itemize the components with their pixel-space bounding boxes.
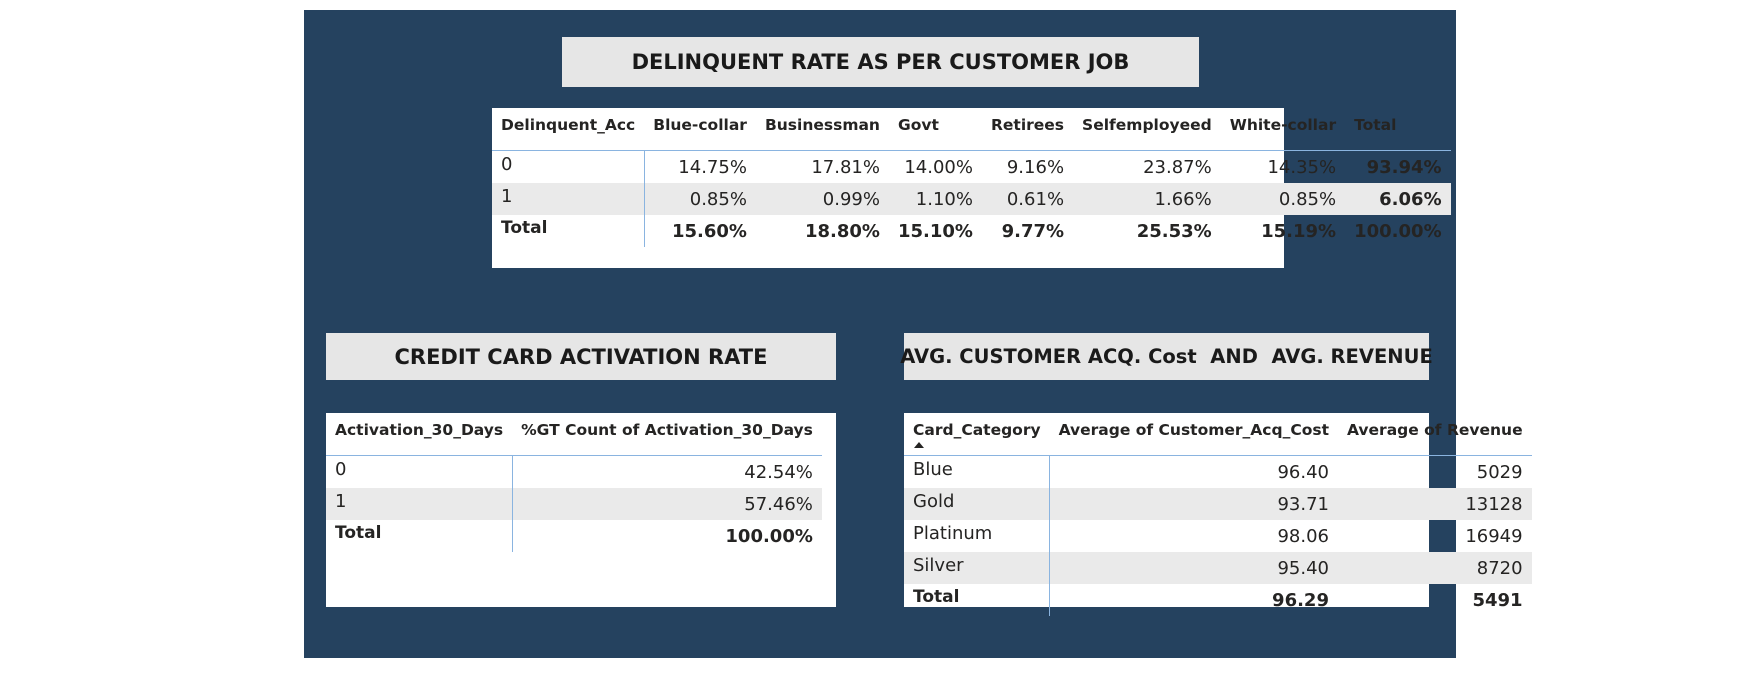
table-cell: 5491 — [1472, 589, 1523, 611]
activation-table-card[interactable]: Activation_30_Days %GT Count of Activati… — [326, 413, 836, 607]
delinquent-matrix-card[interactable]: Delinquent_Acc Blue-collar Businessman G… — [492, 108, 1451, 268]
table-cell: 17.81% — [811, 156, 880, 178]
table-cell: 100.00% — [725, 525, 813, 547]
activation-col-header[interactable]: %GT Count of Activation_30_Days — [512, 413, 822, 456]
delinquent-header-row: Delinquent_Acc Blue-collar Businessman G… — [492, 108, 1451, 151]
table-cell: 14.75% — [678, 156, 747, 178]
table-cell: 1.10% — [888, 183, 982, 215]
activation-title: CREDIT CARD ACTIVATION RATE — [326, 333, 836, 380]
acquisition-col-header[interactable]: Card_Category — [904, 413, 1050, 456]
acquisition-col-header-label: Card_Category — [913, 421, 1041, 439]
table-total-row: Total 15.60% 18.80% 15.10% 9.77% 25.53% … — [492, 215, 1451, 247]
table-cell: 0.61% — [981, 183, 1074, 215]
delinquent-col-header[interactable]: Selfemployeed — [1073, 108, 1221, 151]
row-label: Platinum — [904, 520, 1051, 552]
activation-header-row: Activation_30_Days %GT Count of Activati… — [326, 413, 822, 456]
table-cell: 14.00% — [904, 156, 973, 178]
table-total-row: Total 100.00% — [326, 520, 822, 552]
table-cell: 15.19% — [1261, 220, 1337, 242]
table-row: Gold 93.71 13128 — [904, 488, 1532, 520]
activation-table: Activation_30_Days %GT Count of Activati… — [326, 413, 822, 552]
acquisition-header-row: Card_Category Average of Customer_Acq_Co… — [904, 413, 1532, 456]
row-total-cell: 100.00% — [1354, 220, 1442, 242]
table-row: Platinum 98.06 16949 — [904, 520, 1532, 552]
table-cell: 18.80% — [805, 220, 880, 242]
acquisition-title: AVG. CUSTOMER ACQ. Cost AND AVG. REVENUE — [900, 333, 1433, 380]
table-row: 1 0.85% 0.99% 1.10% 0.61% 1.66% 0.85% 6.… — [492, 183, 1451, 215]
delinquent-col-header[interactable]: Delinquent_Acc — [492, 108, 645, 151]
table-cell: 0.99% — [755, 183, 889, 215]
table-total-row: Total 96.29 5491 — [904, 584, 1532, 616]
row-label: 1 — [492, 183, 645, 215]
table-cell: 9.77% — [1001, 220, 1065, 242]
row-label: 0 — [492, 150, 645, 183]
acquisition-col-header[interactable]: Average of Customer_Acq_Cost — [1049, 413, 1338, 456]
table-cell: 57.46% — [512, 488, 822, 520]
row-label: Blue — [904, 455, 1051, 488]
row-label: 1 — [326, 488, 513, 520]
table-cell: 14.35% — [1267, 156, 1337, 178]
activation-col-header[interactable]: Activation_30_Days — [326, 413, 513, 456]
table-cell: 23.87% — [1143, 156, 1212, 178]
delinquent-title-text: DELINQUENT RATE AS PER CUSTOMER JOB — [631, 50, 1130, 74]
table-cell: 5029 — [1476, 461, 1523, 483]
table-cell: 25.53% — [1136, 220, 1212, 242]
row-label: Total — [492, 215, 645, 247]
table-cell: 8720 — [1337, 552, 1532, 584]
row-label: Total — [904, 584, 1051, 616]
delinquent-matrix: Delinquent_Acc Blue-collar Businessman G… — [492, 108, 1451, 247]
table-row: 1 57.46% — [326, 488, 822, 520]
table-cell: 9.16% — [1006, 156, 1065, 178]
table-cell: 95.40 — [1049, 552, 1338, 584]
table-cell: 93.71 — [1049, 488, 1338, 520]
acquisition-col-header[interactable]: Average of Revenue — [1337, 413, 1532, 456]
row-label: Silver — [904, 552, 1051, 584]
table-cell: 98.06 — [1277, 525, 1329, 547]
table-row: 0 14.75% 17.81% 14.00% 9.16% 23.87% 14.3… — [492, 150, 1451, 183]
table-cell: 42.54% — [744, 461, 813, 483]
table-cell: 96.40 — [1277, 461, 1329, 483]
row-label: 0 — [326, 455, 513, 488]
delinquent-col-header[interactable]: Govt — [888, 108, 982, 151]
table-row: 0 42.54% — [326, 455, 822, 488]
table-cell: 1.66% — [1073, 183, 1221, 215]
table-cell: 15.60% — [671, 220, 747, 242]
table-row: Blue 96.40 5029 — [904, 455, 1532, 488]
table-row: Silver 95.40 8720 — [904, 552, 1532, 584]
report-canvas: DELINQUENT RATE AS PER CUSTOMER JOB Deli… — [304, 10, 1532, 658]
activation-title-text: CREDIT CARD ACTIVATION RATE — [394, 344, 768, 369]
delinquent-title: DELINQUENT RATE AS PER CUSTOMER JOB — [562, 37, 1199, 87]
sort-ascending-icon[interactable] — [914, 442, 924, 448]
delinquent-col-header[interactable]: Blue-collar — [644, 108, 756, 151]
row-label: Total — [326, 520, 513, 552]
acquisition-table-card[interactable]: Card_Category Average of Customer_Acq_Co… — [904, 413, 1532, 616]
acquisition-table: Card_Category Average of Customer_Acq_Co… — [904, 413, 1532, 616]
table-cell: 0.85% — [644, 183, 756, 215]
table-cell: 13128 — [1337, 488, 1532, 520]
table-cell: 15.10% — [897, 220, 973, 242]
table-cell: 96.29 — [1272, 589, 1329, 611]
delinquent-col-header[interactable]: White-collar — [1220, 108, 1346, 151]
delinquent-col-header[interactable]: Total — [1345, 108, 1451, 151]
acquisition-title-text: AVG. CUSTOMER ACQ. Cost AND AVG. REVENUE — [900, 345, 1433, 368]
table-cell: 16949 — [1465, 525, 1523, 547]
table-cell: 0.85% — [1220, 183, 1346, 215]
delinquent-col-header[interactable]: Businessman — [755, 108, 889, 151]
row-total-cell: 6.06% — [1345, 183, 1451, 215]
row-label: Gold — [904, 488, 1051, 520]
delinquent-col-header[interactable]: Retirees — [981, 108, 1074, 151]
row-total-cell: 93.94% — [1366, 156, 1442, 178]
